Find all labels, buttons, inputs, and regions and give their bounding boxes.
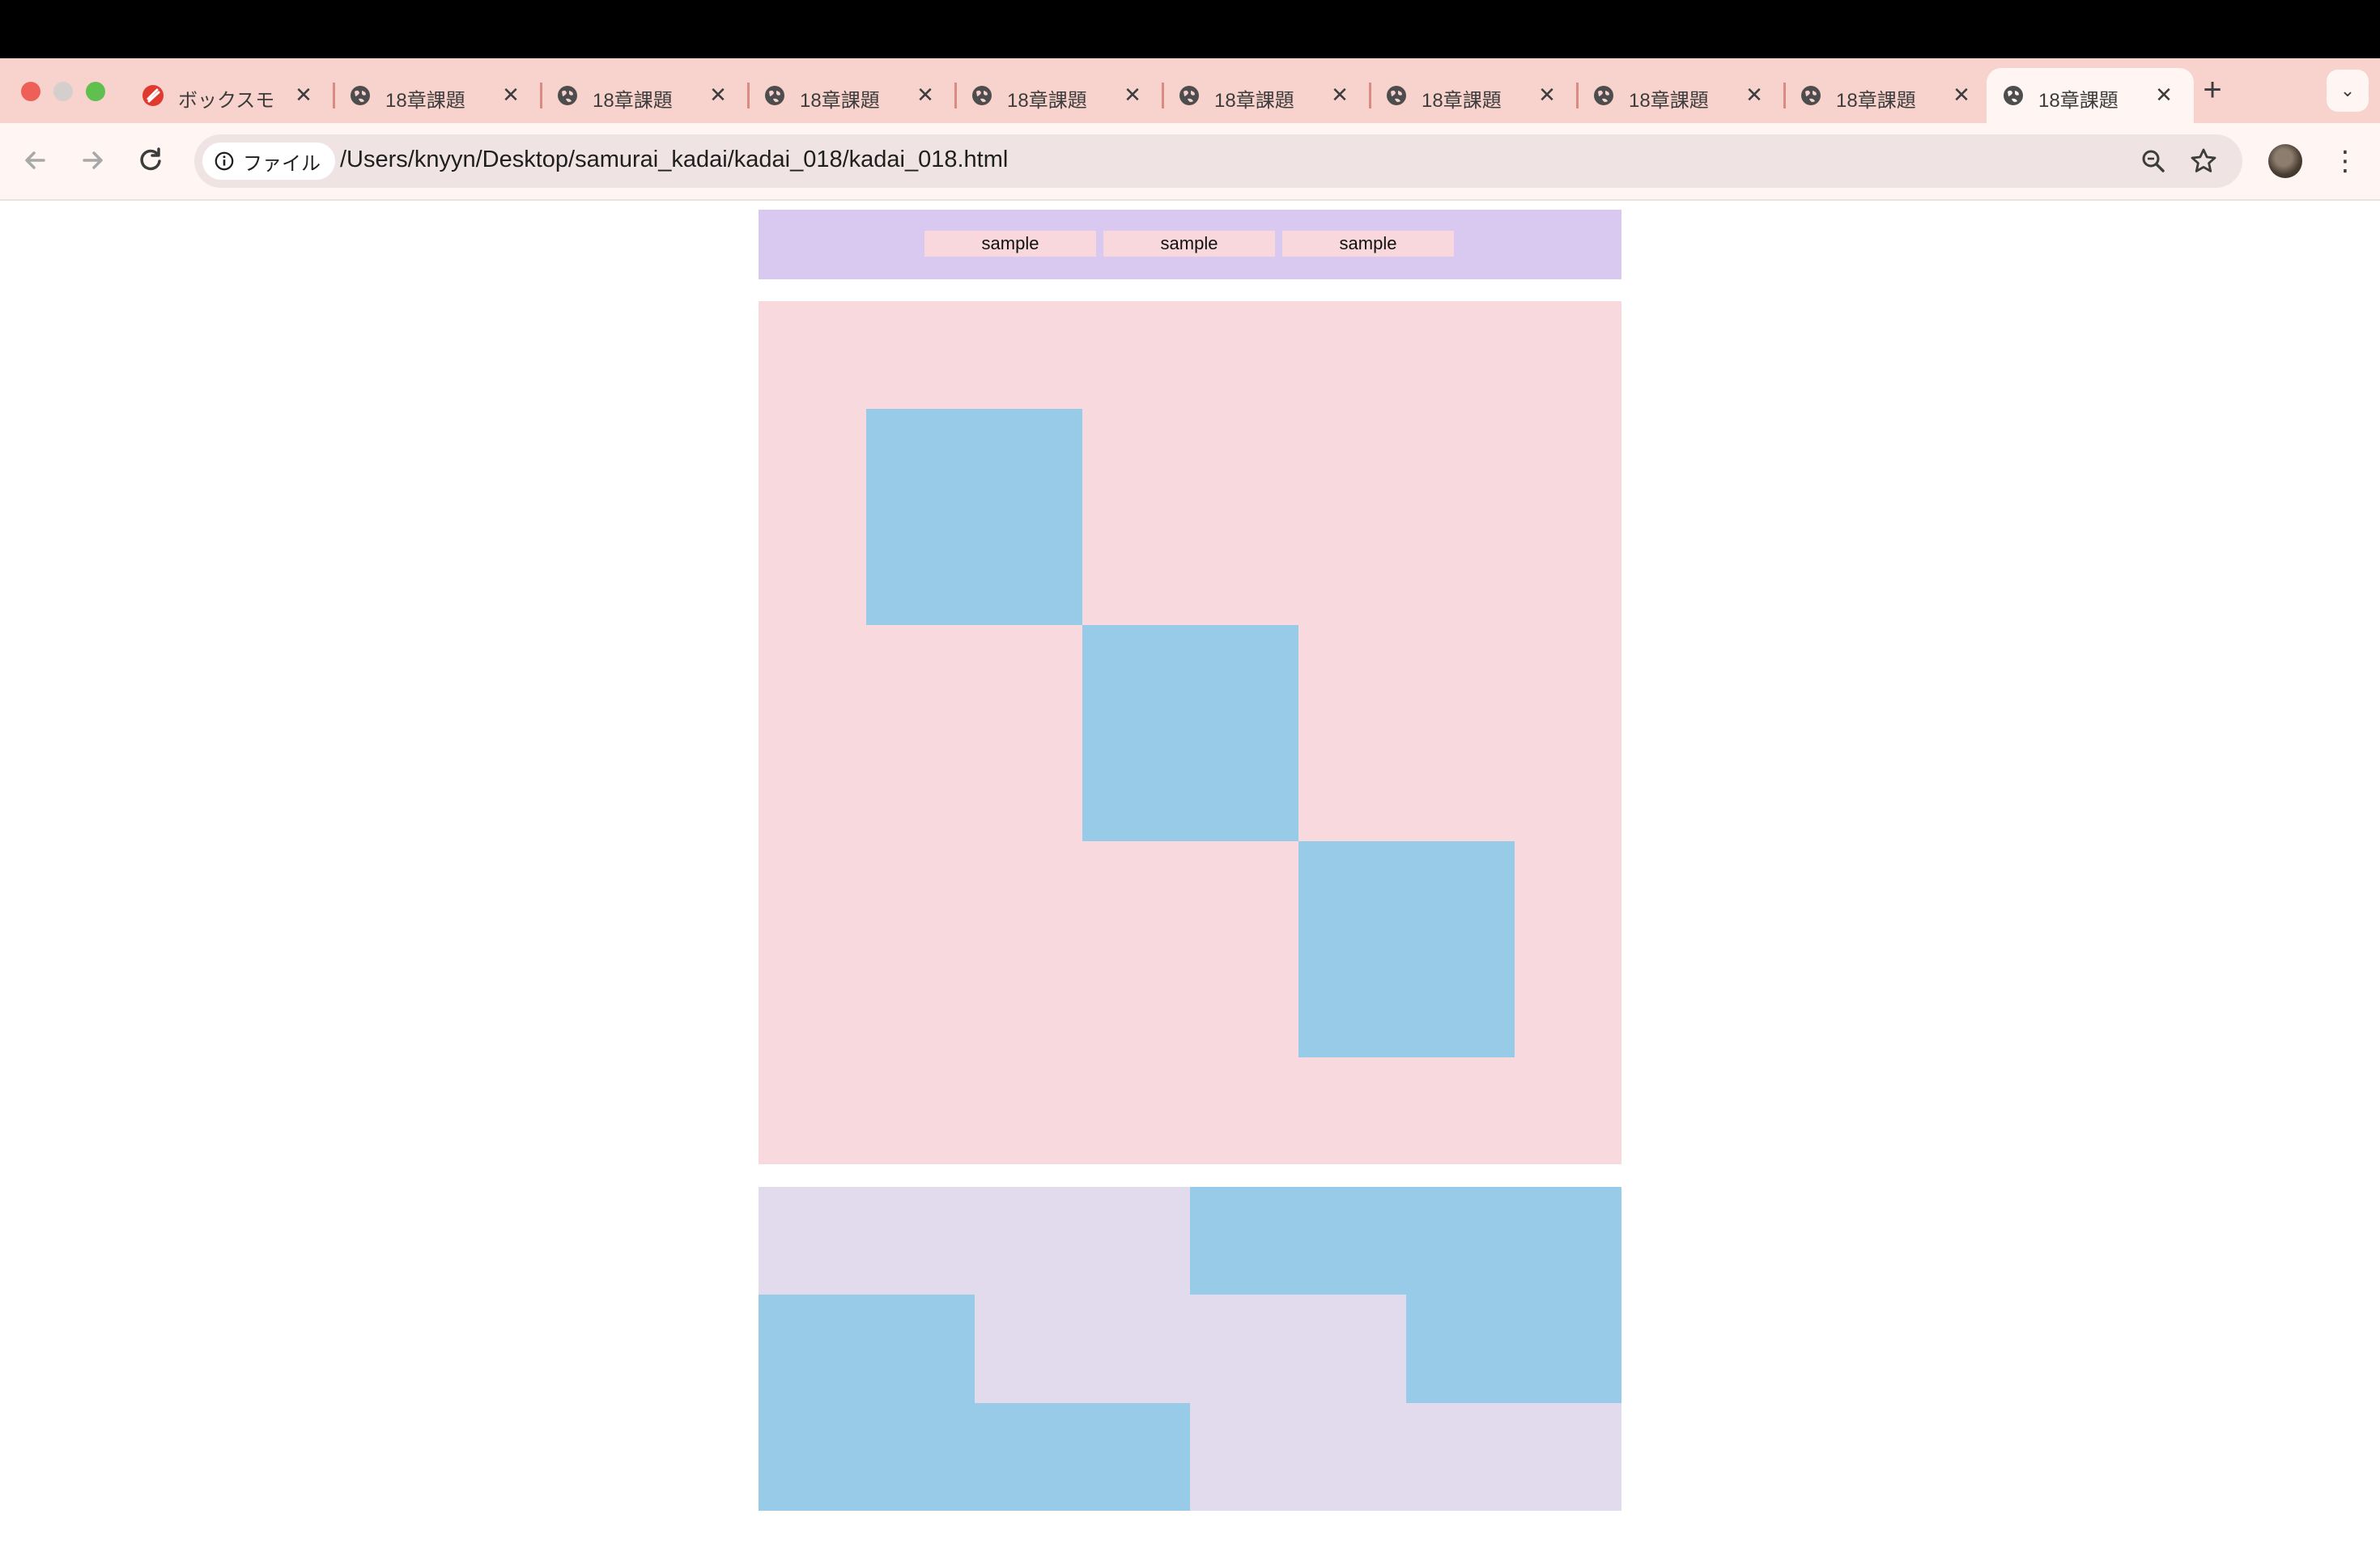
close-icon[interactable]: ✕ (1533, 81, 1561, 108)
tab-title: 18章課題 (2038, 90, 2119, 112)
globe-icon (351, 86, 370, 105)
url-text[interactable]: /Users/knyyn/Desktop/samurai_kadai/kadai… (340, 147, 1008, 173)
tab-title: 18章課題 (1629, 90, 1709, 112)
globe-icon (972, 86, 992, 105)
tab-search-button[interactable]: ⌄ (2327, 70, 2369, 112)
footer-block-bottom-middle (975, 1403, 1190, 1511)
back-button[interactable] (16, 141, 55, 180)
globe-icon (2004, 86, 2023, 105)
close-icon[interactable]: ✕ (912, 81, 939, 108)
new-tab-button[interactable]: + (2192, 71, 2233, 112)
tab-2[interactable]: 18章課題 ✕ (334, 68, 542, 123)
blue-block-1 (866, 409, 1082, 625)
brand-icon (142, 85, 164, 106)
tab-7[interactable]: 18章課題 ✕ (1370, 68, 1579, 123)
tab-title: 18章課題 (1214, 90, 1294, 112)
tab-5[interactable]: 18章課題 ✕ (955, 68, 1164, 123)
nav-item-1[interactable]: sample (924, 231, 1096, 257)
tab-8[interactable]: 18章課題 ✕ (1577, 68, 1786, 123)
bookmark-star-icon[interactable] (2187, 145, 2220, 177)
site-info-label: ファイル (243, 152, 321, 175)
address-bar[interactable]: ファイル /Users/knyyn/Desktop/samurai_kadai/… (194, 134, 2242, 188)
tab-strip: ボックスモ ✕ 18章課題 ✕ 18章課題 ✕ 18章課題 ✕ 18章課題 ✕ … (0, 58, 2380, 123)
arrow-left-icon (25, 151, 45, 169)
footer-block-top-right (1190, 1187, 1621, 1295)
nav-item-2[interactable]: sample (1103, 231, 1275, 257)
page-header: sample sample sample (759, 210, 1621, 279)
tab-title: 18章課題 (385, 90, 465, 112)
arrow-right-icon (83, 151, 103, 169)
tab-1[interactable]: ボックスモ ✕ (126, 68, 335, 123)
tab-9[interactable]: 18章課題 ✕ (1784, 68, 1993, 123)
profile-avatar[interactable] (2268, 144, 2302, 178)
globe-icon (1594, 86, 1613, 105)
main-section (759, 301, 1621, 1164)
tab-title: 18章課題 (593, 90, 673, 112)
reload-button[interactable] (131, 141, 170, 180)
tab-6[interactable]: 18章課題 ✕ (1162, 68, 1371, 123)
close-window-button[interactable] (21, 82, 40, 101)
close-icon[interactable]: ✕ (1740, 81, 1768, 108)
close-icon[interactable]: ✕ (1326, 81, 1354, 108)
blue-block-2 (1082, 625, 1298, 841)
browser-toolbar: ファイル /Users/knyyn/Desktop/samurai_kadai/… (0, 123, 2380, 201)
info-icon (215, 151, 234, 171)
blue-block-3 (1298, 841, 1515, 1057)
tab-title: 18章課題 (1007, 90, 1087, 112)
zoom-icon[interactable] (2137, 145, 2170, 177)
tab-title: ボックスモ (178, 90, 275, 112)
tab-title: 18章課題 (1422, 90, 1502, 112)
tab-title: 18章課題 (1836, 90, 1916, 112)
page-viewport: sample sample sample (0, 201, 2380, 1548)
close-icon[interactable]: ✕ (1119, 81, 1146, 108)
reload-icon (140, 147, 161, 171)
globe-icon (558, 86, 577, 105)
footer-block-left (759, 1295, 975, 1511)
zoom-window-button[interactable] (86, 82, 105, 101)
close-icon[interactable]: ✕ (290, 81, 317, 108)
globe-icon (1801, 86, 1821, 105)
minimize-window-button[interactable] (53, 82, 73, 101)
close-icon[interactable]: ✕ (2150, 81, 2178, 108)
more-menu-icon[interactable]: ⋮ (2331, 142, 2359, 180)
footer-section (759, 1187, 1621, 1511)
tab-3[interactable]: 18章課題 ✕ (541, 68, 750, 123)
tab-10-active[interactable]: 18章課題 ✕ (1987, 68, 2194, 123)
globe-icon (1179, 86, 1199, 105)
tab-title: 18章課題 (800, 90, 880, 112)
globe-icon (765, 86, 784, 105)
tab-4[interactable]: 18章課題 ✕ (748, 68, 957, 123)
globe-icon (1387, 86, 1406, 105)
footer-block-middle-right (1406, 1295, 1621, 1403)
site-info-chip[interactable]: ファイル (202, 142, 335, 180)
os-menu-bar (0, 0, 2380, 58)
nav-item-3[interactable]: sample (1282, 231, 1454, 257)
close-icon[interactable]: ✕ (1948, 81, 1975, 108)
chevron-down-icon: ⌄ (2340, 80, 2356, 100)
close-icon[interactable]: ✕ (704, 81, 732, 108)
close-icon[interactable]: ✕ (497, 81, 525, 108)
forward-button[interactable] (73, 141, 112, 180)
